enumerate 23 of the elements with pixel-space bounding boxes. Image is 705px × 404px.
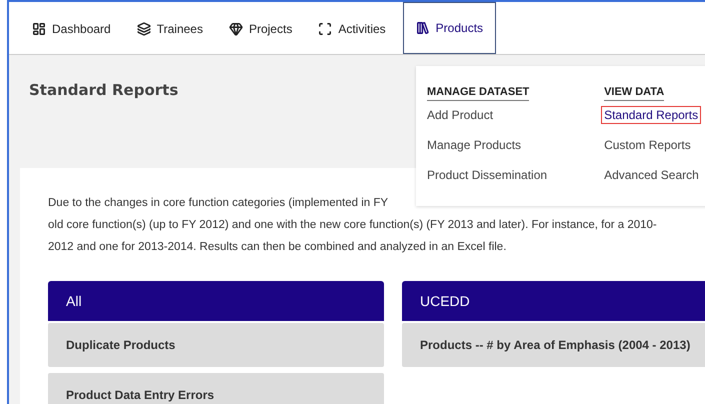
- report-link[interactable]: Product Data Entry Errors: [48, 373, 384, 404]
- group-header: UCEDD: [402, 281, 705, 321]
- dashboard-icon: [32, 22, 46, 36]
- report-link[interactable]: Duplicate Products: [48, 323, 384, 367]
- menu-heading: MANAGE DATASET: [427, 86, 530, 101]
- report-link[interactable]: Products -- # by Area of Emphasis (2004 - 2013): [402, 323, 705, 367]
- menu-item[interactable]: Manage Products: [424, 136, 524, 154]
- menu-item[interactable]: Advanced Search: [601, 166, 702, 184]
- intro-text: old core function(s) (up to FY 2012) and one with the new core function(s) (FY 2013 and later). For instance, for a 2010-: [48, 218, 658, 233]
- books-icon: [416, 21, 430, 35]
- menu-item[interactable]: Add Product: [424, 106, 496, 124]
- menu-heading: VIEW DATA: [604, 86, 664, 101]
- menu-item[interactable]: Custom Reports: [601, 136, 694, 154]
- intro-text: Due to the changes in core function categories (implemented in FY: [48, 196, 390, 211]
- page-title: Standard Reports: [29, 81, 178, 99]
- group-header: All: [48, 281, 384, 321]
- layers-icon: [136, 22, 151, 36]
- nav-tab[interactable]: Products: [402, 2, 496, 54]
- menu-item[interactable]: Product Dissemination: [424, 166, 550, 184]
- frame-icon: [318, 22, 332, 36]
- gem-icon: [228, 22, 243, 36]
- menu-item[interactable]: Standard Reports: [601, 106, 702, 124]
- intro-text: 2012 and one for 2013-2014. Results can then be combined and analyzed in an Excel file.: [48, 240, 508, 255]
